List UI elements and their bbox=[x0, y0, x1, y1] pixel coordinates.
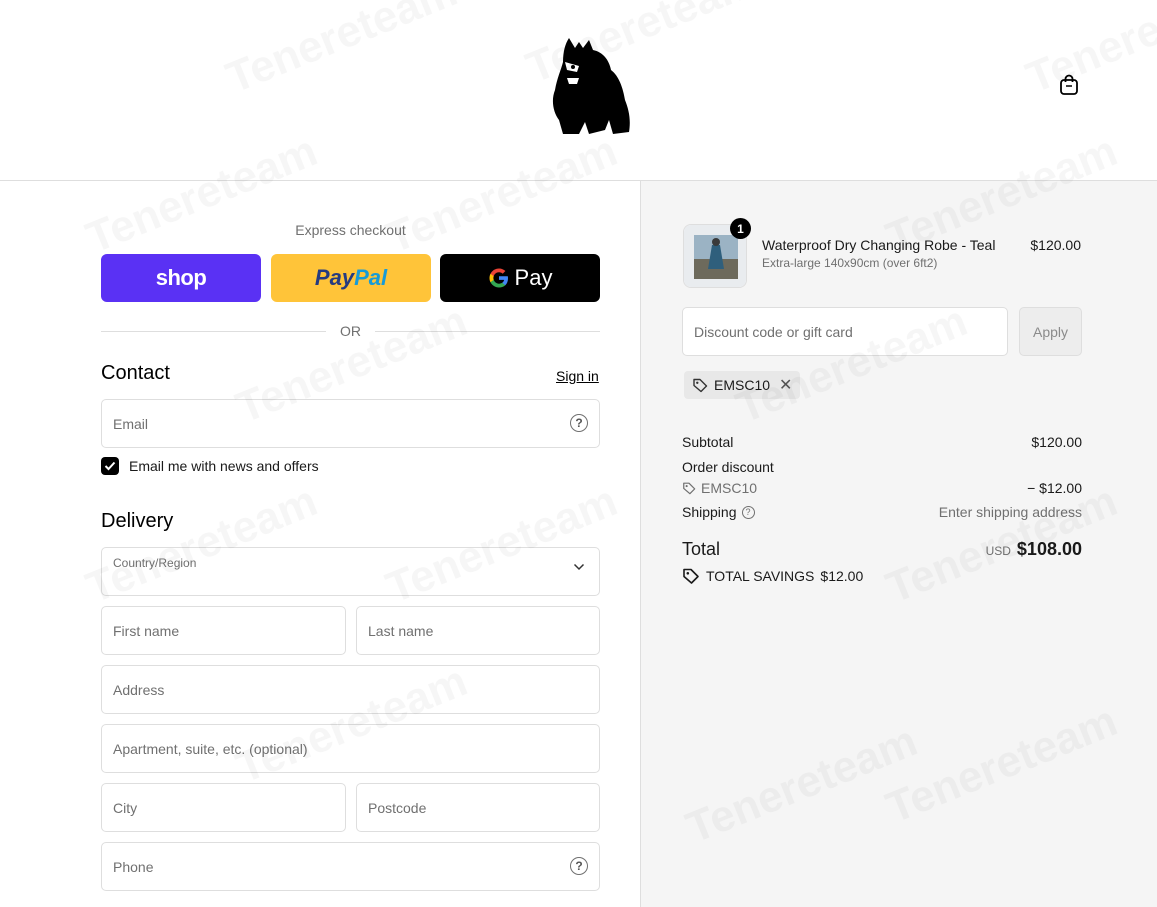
apartment-placeholder: Apartment, suite, etc. (optional) bbox=[113, 740, 308, 757]
phone-placeholder: Phone bbox=[113, 858, 154, 875]
subtotal-value: $120.00 bbox=[1031, 434, 1082, 450]
postcode-field[interactable]: Postcode bbox=[356, 783, 600, 832]
apply-discount-button[interactable]: Apply bbox=[1019, 307, 1082, 356]
google-pay-label: Pay bbox=[514, 265, 553, 290]
header bbox=[0, 0, 1157, 181]
discount-code-input[interactable]: Discount code or gift card bbox=[682, 307, 1008, 356]
newsletter-checkbox-row[interactable]: Email me with news and offers bbox=[101, 457, 319, 475]
help-icon[interactable]: ? bbox=[570, 857, 588, 875]
discount-value: − $12.00 bbox=[1027, 480, 1082, 496]
postcode-placeholder: Postcode bbox=[368, 799, 427, 816]
product-variant: Extra-large 140x90cm (over 6ft2) bbox=[762, 256, 938, 270]
paypal-label-pay: Pay bbox=[314, 265, 355, 290]
total-savings: TOTAL SAVINGS $12.00 bbox=[682, 567, 863, 585]
total-label: Total bbox=[682, 539, 721, 559]
tag-icon bbox=[693, 378, 708, 393]
shop-pay-button[interactable]: shop bbox=[101, 254, 261, 302]
newsletter-label: Email me with news and offers bbox=[129, 458, 319, 474]
applied-discount-chip: EMSC10 ✕ bbox=[684, 371, 801, 399]
savings-label: TOTAL SAVINGS bbox=[706, 568, 815, 584]
discount-code-row: EMSC10 − $12.00 bbox=[682, 480, 1082, 496]
remove-discount-icon[interactable]: ✕ bbox=[779, 375, 792, 395]
subtotal-label: Subtotal bbox=[682, 434, 734, 450]
applied-code-text: EMSC10 bbox=[714, 377, 771, 393]
delivery-title: Delivery bbox=[101, 510, 174, 532]
discount-code-label: EMSC10 bbox=[701, 480, 758, 496]
country-label: Country/Region bbox=[113, 556, 197, 570]
country-select[interactable]: Country/Region bbox=[101, 547, 600, 596]
sign-in-link[interactable]: Sign in bbox=[556, 368, 599, 384]
chevron-down-icon bbox=[573, 563, 585, 571]
currency-code: USD bbox=[985, 544, 1011, 558]
email-field[interactable]: Email ? bbox=[101, 399, 600, 448]
checkout-form: Express checkout shop Pay Pal Pay OR Cont… bbox=[0, 181, 640, 907]
shipping-row: Shipping ? Enter shipping address bbox=[682, 504, 1082, 520]
newsletter-checkbox[interactable] bbox=[101, 457, 119, 475]
address-placeholder: Address bbox=[113, 681, 165, 698]
product-price: $120.00 bbox=[1030, 237, 1081, 253]
discount-placeholder: Discount code or gift card bbox=[694, 323, 853, 340]
apartment-field[interactable]: Apartment, suite, etc. (optional) bbox=[101, 724, 600, 773]
express-checkout-title: Express checkout bbox=[295, 222, 406, 238]
city-placeholder: City bbox=[113, 799, 138, 816]
order-discount-row: Order discount bbox=[682, 459, 1082, 475]
help-icon[interactable]: ? bbox=[741, 505, 755, 519]
google-g-icon bbox=[489, 268, 508, 288]
email-placeholder: Email bbox=[113, 415, 149, 432]
contact-title: Contact bbox=[101, 362, 170, 384]
google-pay-button[interactable]: Pay bbox=[440, 254, 600, 302]
address-field[interactable]: Address bbox=[101, 665, 600, 714]
cart-button[interactable] bbox=[1056, 72, 1082, 98]
paypal-label-pal: Pal bbox=[354, 265, 388, 290]
product-name: Waterproof Dry Changing Robe - Teal bbox=[762, 237, 996, 253]
city-field[interactable]: City bbox=[101, 783, 346, 832]
tag-icon bbox=[683, 568, 699, 584]
last-name-placeholder: Last name bbox=[368, 622, 434, 639]
quantity-badge: 1 bbox=[730, 218, 751, 239]
shipping-value: Enter shipping address bbox=[938, 504, 1082, 520]
shipping-label: Shipping bbox=[682, 504, 737, 520]
checkmark-icon bbox=[104, 461, 116, 471]
order-summary: 1 Waterproof Dry Changing Robe - Teal Ex… bbox=[640, 181, 1157, 907]
total-value: $108.00 bbox=[1016, 539, 1082, 559]
paypal-button[interactable]: Pay Pal bbox=[271, 254, 431, 302]
shop-pay-label: shop bbox=[155, 265, 207, 290]
order-discount-label: Order discount bbox=[682, 459, 774, 475]
or-divider: OR bbox=[101, 322, 600, 340]
total-row: Total USD $108.00 bbox=[682, 539, 1082, 560]
phone-field[interactable]: Phone ? bbox=[101, 842, 600, 891]
subtotal-row: Subtotal $120.00 bbox=[682, 434, 1082, 450]
first-name-field[interactable]: First name bbox=[101, 606, 346, 655]
tag-icon bbox=[683, 482, 696, 495]
gorilla-logo[interactable] bbox=[549, 34, 633, 136]
last-name-field[interactable]: Last name bbox=[356, 606, 600, 655]
first-name-placeholder: First name bbox=[113, 622, 180, 639]
shopping-bag-icon bbox=[1060, 74, 1078, 95]
help-icon[interactable]: ? bbox=[570, 414, 588, 432]
savings-value: $12.00 bbox=[820, 568, 864, 584]
or-text: OR bbox=[340, 323, 361, 339]
